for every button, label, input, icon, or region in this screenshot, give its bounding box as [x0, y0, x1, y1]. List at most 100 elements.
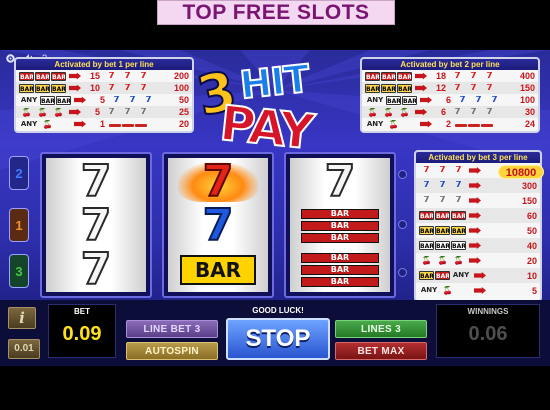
seven-symbol-icon: 7	[454, 83, 461, 93]
red-seven-symbol: 7	[202, 158, 235, 207]
any-symbol-icon: ANY	[366, 119, 384, 128]
bar-symbol-icon	[56, 120, 71, 129]
seven-symbol-icon: 7	[455, 196, 462, 205]
paytable-prize: 5	[531, 285, 537, 296]
arrow-icon	[469, 212, 481, 219]
seven-symbol-icon: 7	[124, 107, 131, 117]
winnings-label: WINNINGS	[467, 307, 509, 316]
paytable-prize: 25	[178, 107, 189, 117]
line-symbol-icon: —	[481, 124, 493, 127]
paytable-row: ANY BAR BAR 5 7 7 7 50	[16, 94, 192, 106]
paytable-heading: Activated by bet 3 per line	[416, 152, 540, 163]
paytable-row: BAR BAR BAR 60	[416, 208, 540, 223]
seven-symbol-icon: 7	[423, 166, 430, 175]
any-symbol-icon: ANY	[452, 271, 470, 279]
cherry-symbol-icon: 🍒	[42, 119, 53, 129]
reel-3: 7 BAR BAR BAR BAR BAR BAR	[284, 152, 396, 298]
cherry-symbol-icon: 🍒	[37, 107, 48, 117]
bet-max-button[interactable]: BET MAX	[335, 342, 427, 360]
line-indicator-1[interactable]: 1	[9, 208, 29, 242]
paytable-row: ANY🍒2———24	[362, 118, 538, 130]
paytable-prize: 30	[524, 107, 535, 117]
bar-symbol-icon: BAR	[451, 241, 466, 250]
paytable-multiplier: 6	[440, 107, 446, 117]
triple-bar-symbol: BAR BAR BAR	[301, 253, 379, 287]
paytable-prize: 50	[526, 225, 537, 236]
line-indicator-2[interactable]: 2	[9, 156, 29, 190]
arrow-icon	[74, 96, 86, 104]
line-bet-button[interactable]: LINE BET 3	[126, 320, 218, 338]
paytable-row: BAR BAR BAR 40	[416, 238, 540, 253]
paytable-rows: 7 7 7 7 7 7 300 7 7 7 150 BAR BAR BAR 60 BAR BAR BAR 50 BAR…	[416, 163, 540, 298]
paytable-prize: 400	[519, 71, 535, 81]
seven-symbol-icon: 7	[140, 83, 147, 93]
winnings-value: 0.06	[468, 323, 508, 345]
bar-symbol-icon: BAR	[435, 226, 450, 235]
autospin-button[interactable]: AUTOSPIN	[126, 342, 218, 360]
seven-symbol-icon: 7	[140, 71, 147, 81]
seven-symbol-icon: 7	[470, 83, 477, 93]
bar-symbol-icon: BAR	[419, 211, 434, 220]
stop-button[interactable]: STOP	[226, 318, 330, 360]
line-symbol-icon: —	[122, 124, 134, 127]
paytable-prize: 50	[178, 95, 189, 105]
paytable-row: BAR BAR BAR 12 7 7 7 150	[362, 82, 538, 94]
seven-symbol-icon: 7	[486, 71, 493, 81]
paytable-multiplier: 6	[445, 95, 451, 105]
info-button[interactable]: i	[8, 307, 36, 329]
payline-marker	[398, 268, 407, 277]
reel-2-symbol-top: 7	[168, 158, 268, 207]
bar-symbol-icon: BAR	[435, 211, 450, 220]
paytable-heading: Activated by bet 2 per line	[362, 59, 538, 70]
cherry-symbol-icon: 🍒	[388, 119, 399, 129]
seven-symbol-icon: 7	[475, 95, 482, 105]
paytable-row: 🍒 🍒 🍒 20	[416, 253, 540, 268]
paytable-rows: BAR BAR BAR 15 7 7 7 200 BAR BAR BAR 10 7 7 7 100 ANY BAR…	[16, 70, 192, 130]
cherry-symbol-icon: 🍒	[442, 286, 453, 295]
seven-symbol-icon: 7	[455, 166, 462, 175]
paytable-multiplier: 15	[89, 71, 100, 81]
bar-symbol-icon: BAR	[419, 241, 434, 250]
lines-button[interactable]: LINES 3	[335, 320, 427, 338]
bar-symbol-icon: BAR	[397, 71, 412, 81]
payline-marker	[398, 170, 407, 179]
paytable-row: 7 7 7 300	[416, 178, 540, 193]
seven-symbol-icon: 7	[113, 95, 120, 105]
seven-symbol-icon: 7	[486, 83, 493, 93]
paytable-row: 🍒 🍒 🍒 5 7 7 7 25	[16, 106, 192, 118]
arrow-icon	[420, 120, 432, 128]
arrow-icon	[420, 96, 432, 104]
paytable-row: 🍒 🍒 🍒 6 7 7 7 30	[362, 106, 538, 118]
seven-symbol-icon: 7	[439, 181, 446, 190]
seven-symbol-icon: 7	[470, 107, 477, 117]
bar-symbol-icon: BAR	[435, 271, 450, 280]
paytable-prize: 200	[173, 71, 189, 81]
bar-symbol-icon: BAR	[35, 71, 50, 81]
seven-symbol-icon: 7	[454, 107, 461, 117]
reel-3-symbol-bottom: BAR BAR BAR	[290, 248, 390, 292]
paytable-prize: 100	[519, 95, 535, 105]
seven-symbol-icon: 7	[459, 95, 466, 105]
bar-symbol-icon: BAR	[451, 226, 466, 235]
reel-1-symbol-middle: 7	[46, 203, 146, 249]
paytable-row: BAR BAR BAR 10 7 7 7 100	[16, 82, 192, 94]
logo-word-pay: PAY	[216, 94, 315, 161]
seven-symbol-icon: 7	[108, 71, 115, 81]
coin-value-button[interactable]: 0.01	[8, 339, 40, 359]
jackpot-badge: 10800	[498, 165, 544, 179]
paytable-bet-1: Activated by bet 1 per line BAR BAR BAR 15 7…	[14, 57, 194, 133]
line-indicator-3[interactable]: 3	[9, 254, 29, 288]
bar-symbol-icon: BAR	[381, 83, 396, 93]
seven-symbol-icon: 7	[439, 196, 446, 205]
arrow-icon	[415, 72, 427, 80]
winnings-display: WINNINGS 0.06	[436, 304, 540, 358]
line-symbol-icon: —	[468, 124, 480, 127]
blue-seven-symbol: 7	[202, 200, 235, 251]
paytable-row: ANY 🍒 5	[416, 283, 540, 298]
seven-symbol-icon: 7	[470, 71, 477, 81]
bar-symbol-icon: BAR	[365, 71, 380, 81]
paytable-multiplier: 10	[89, 83, 100, 93]
arrow-icon	[415, 108, 427, 116]
any-symbol-icon: ANY	[420, 286, 438, 294]
bar-symbol-icon: BAR	[451, 211, 466, 220]
